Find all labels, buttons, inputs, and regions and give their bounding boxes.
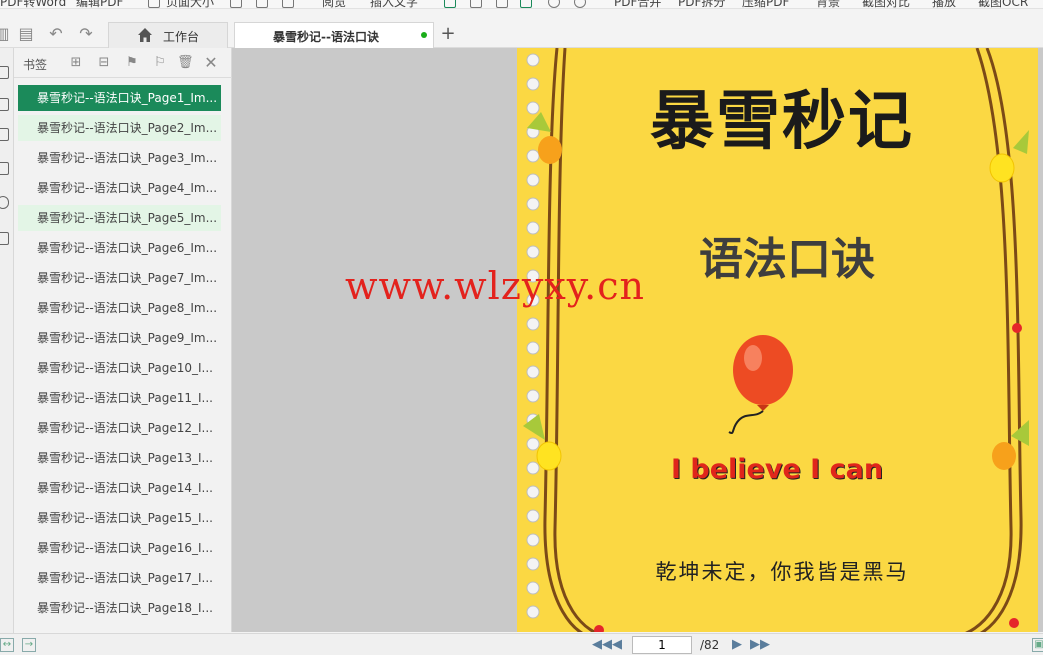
tool-icon-1[interactable] [230,0,242,8]
bookmark-rail-icon[interactable] [0,128,9,141]
bookmark-item[interactable]: 暴雪秒记--语法口诀_Page16_I... [18,535,221,561]
bookmark-item[interactable]: 暴雪秒记--语法口诀_Page17_I... [18,565,221,591]
expand-panel-icon[interactable]: → [22,638,36,652]
rotate-left-icon[interactable] [548,0,560,8]
bookmark-item[interactable]: 暴雪秒记--语法口诀_Page12_I... [18,415,221,441]
bookmark-panel: 书签 ⊞ ⊟ ⚑ ⚐ 🗑 ✕ 暴雪秒记--语法口诀_Page1_Im... 暴雪… [14,48,232,632]
bookmark-item[interactable]: 暴雪秒记--语法口诀_Page14_I... [18,475,221,501]
bookmark-item[interactable]: 暴雪秒记--语法口诀_Page18_I... [18,595,221,621]
page-total: /82 [700,638,720,652]
outline-icon[interactable] [0,66,9,79]
new-tab-button[interactable]: + [438,22,458,46]
document-viewer[interactable]: 暴雪秒记 语法口诀 I believe I can 乾坤未定，你我皆是黑马 [232,48,1043,632]
tab-document-label: 暴雪秒记--语法口诀 [273,30,379,44]
tab-document[interactable]: 暴雪秒记--语法口诀 [234,22,434,48]
last-page-icon[interactable]: ▶▶ [750,637,770,652]
tab-workbench-label: 工作台 [163,30,200,44]
page-rail-icon[interactable] [0,162,9,175]
close-icon[interactable]: ✕ [203,55,219,71]
rotate-right-icon[interactable] [574,0,586,8]
bookmark-item[interactable]: 暴雪秒记--语法口诀_Page10_I... [18,355,221,381]
save-icon[interactable]: ▤ [16,24,36,44]
page-number-input[interactable] [632,636,692,654]
toolbar-item-ocr[interactable]: 截图OCR [978,0,1028,8]
prev-page-icon[interactable]: ◀ [612,637,622,652]
toolbar-item-screenshot-compare[interactable]: 截图对比 [862,0,910,8]
bookmark-item[interactable]: 暴雪秒记--语法口诀_Page5_Im... [18,205,221,231]
bookmark-panel-title: 书签 [23,58,48,72]
bookmark-item[interactable]: 暴雪秒记--语法口诀_Page13_I... [18,445,221,471]
toolbar-item-insert-text[interactable]: 插入文字 [370,0,418,8]
add-bookmark-icon[interactable]: ⚑ [124,55,140,71]
redo-icon[interactable]: ↷ [76,24,96,44]
continuous-icon[interactable] [496,0,508,8]
bookmark-item[interactable]: 暴雪秒记--语法口诀_Page15_I... [18,505,221,531]
bookmark-item[interactable]: 暴雪秒记--语法口诀_Page2_Im... [18,115,221,141]
document-footer: 乾坤未定，你我皆是黑马 [655,560,909,584]
toolbar: PDF转Word 编辑PDF 页面大小 阅览 插入文字 PDF合并 PDF拆分 … [0,0,1043,9]
undo-icon[interactable]: ↶ [46,24,66,44]
toolbar-item-pdf-to-word[interactable]: PDF转Word [0,0,66,8]
edit-bookmark-icon[interactable]: ⚐ [152,55,168,71]
document-subtitle: 语法口诀 [699,234,875,285]
unsaved-indicator [421,32,427,38]
bookmark-item[interactable]: 暴雪秒记--语法口诀_Page9_Im... [18,325,221,351]
document-title: 暴雪秒记 [650,85,914,159]
expand-all-icon[interactable]: ⊞ [68,55,84,71]
toolbar-item-page-size[interactable]: 页面大小 [166,0,214,8]
left-rail [0,48,14,638]
bookmark-item[interactable]: 暴雪秒记--语法口诀_Page11_I... [18,385,221,411]
toolbar-item-compress-pdf[interactable]: 压缩PDF [742,0,789,8]
watermark: www.wlzyxy.cn [345,264,646,308]
comment-icon[interactable] [0,232,9,245]
next-page-icon[interactable]: ▶ [732,637,742,652]
status-bar: ↔ → ◀◀ ◀ /82 ▶ ▶▶ ▣ [0,633,1043,655]
toolbar-item-pdf-split[interactable]: PDF拆分 [678,0,725,8]
attachment-icon[interactable] [0,196,9,209]
pdf-page: 暴雪秒记 语法口诀 I believe I can 乾坤未定，你我皆是黑马 [517,48,1038,632]
double-page-icon[interactable] [470,0,482,8]
delete-icon[interactable]: 🗑 [177,55,194,71]
bookmark-item[interactable]: 暴雪秒记--语法口诀_Page1_Im... [18,85,221,111]
first-page-icon[interactable]: ◀◀ [592,637,612,652]
tool-icon-2[interactable] [256,0,268,8]
bookmark-item[interactable]: 暴雪秒记--语法口诀_Page3_Im... [18,145,221,171]
binding-holes [526,53,540,619]
collapse-all-icon[interactable]: ⊟ [96,55,112,71]
fit-width-icon[interactable]: ▣ [1032,638,1043,652]
thumbnail-icon[interactable] [0,98,9,111]
toolbar-item-edit-pdf[interactable]: 编辑PDF [76,0,123,8]
bookmark-item[interactable]: 暴雪秒记--语法口诀_Page6_Im... [18,235,221,261]
toolbar-item-pdf-merge[interactable]: PDF合并 [614,0,661,8]
home-icon [138,28,152,42]
fit-page-icon[interactable] [520,0,532,8]
bookmark-item[interactable]: 暴雪秒记--语法口诀_Page7_Im... [18,265,221,291]
toolbar-item-background[interactable]: 背景 [816,0,840,8]
bookmark-panel-header: 书签 ⊞ ⊟ ⚑ ⚐ 🗑 ✕ [14,48,232,78]
tab-workbench[interactable]: 工作台 [108,22,228,48]
tab-bar: ▥ ▤ ↶ ↷ 工作台 暴雪秒记--语法口诀 [0,20,1043,48]
open-icon[interactable]: ▥ [0,24,12,44]
toolbar-item-play[interactable]: 播放 [932,0,956,8]
page-size-icon [148,0,160,8]
document-motto: I believe I can [670,454,884,485]
bookmark-list: 暴雪秒记--语法口诀_Page1_Im... 暴雪秒记--语法口诀_Page2_… [18,85,221,625]
toolbar-item-view[interactable]: 阅览 [322,0,346,8]
collapse-panel-icon[interactable]: ↔ [0,638,14,652]
bookmark-item[interactable]: 暴雪秒记--语法口诀_Page8_Im... [18,295,221,321]
tool-icon-3[interactable] [282,0,294,8]
bookmark-item[interactable]: 暴雪秒记--语法口诀_Page4_Im... [18,175,221,201]
single-page-icon[interactable] [444,0,456,8]
